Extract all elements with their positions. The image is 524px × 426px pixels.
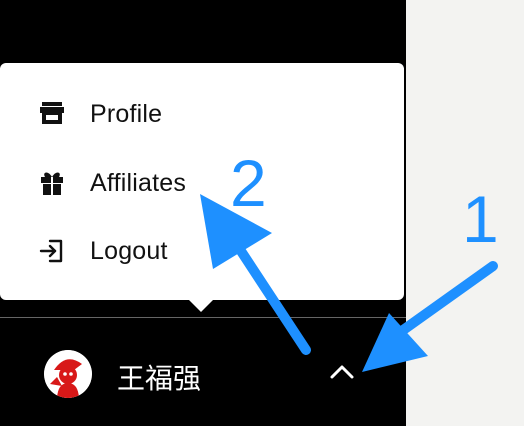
divider xyxy=(0,317,406,318)
menu-item-label: Logout xyxy=(90,236,168,265)
store-icon xyxy=(37,99,67,129)
logout-icon xyxy=(37,236,67,266)
dropdown-caret xyxy=(187,298,215,312)
chevron-up-icon xyxy=(329,364,355,385)
menu-item-profile[interactable]: Profile xyxy=(0,86,404,142)
annotation-number-1: 1 xyxy=(462,182,499,256)
annotation-number-2: 2 xyxy=(230,146,267,220)
menu-item-affiliates[interactable]: Affiliates xyxy=(0,155,404,211)
menu-item-label: Affiliates xyxy=(90,168,187,197)
menu-item-logout[interactable]: Logout xyxy=(0,223,404,279)
gift-icon xyxy=(37,168,67,198)
account-menu-toggle[interactable] xyxy=(322,358,362,390)
menu-item-label: Profile xyxy=(90,99,163,128)
user-name: 王福强 xyxy=(117,362,202,395)
avatar[interactable] xyxy=(44,350,92,398)
